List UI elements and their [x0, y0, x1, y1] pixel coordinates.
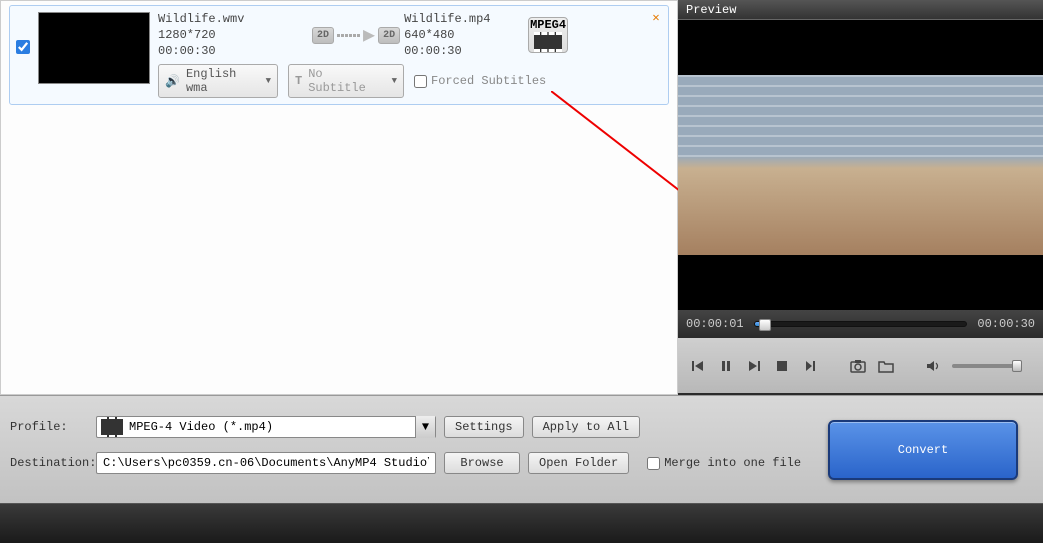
bottom-toolbar: Profile: MPEG-4 Video (*.mp4) ▼ Settings… [0, 395, 1043, 503]
settings-button[interactable]: Settings [444, 416, 524, 438]
convert-button[interactable]: Convert [828, 420, 1018, 480]
player-controls [678, 338, 1043, 393]
audio-track-value: English wma [186, 67, 260, 95]
audio-track-dropdown[interactable]: 🔊 English wma ▼ [158, 64, 278, 98]
browse-button[interactable]: Browse [444, 452, 520, 474]
source-info: Wildlife.wmv 1280*720 00:00:30 [158, 12, 308, 58]
source-resolution: 1280*720 [158, 28, 308, 42]
subtitle-value: No Subtitle [308, 67, 385, 95]
status-strip [0, 503, 1043, 543]
file-checkbox[interactable] [16, 40, 30, 54]
volume-icon[interactable] [924, 356, 944, 376]
merge-label: Merge into one file [664, 456, 801, 470]
dots-icon [337, 34, 360, 37]
seek-slider[interactable] [754, 321, 968, 327]
prev-button[interactable] [688, 356, 708, 376]
preview-panel: Preview 00:00:01 00:00:30 [678, 0, 1043, 395]
forced-subtitles-checkbox[interactable]: Forced Subtitles [414, 74, 546, 88]
volume-slider[interactable] [952, 364, 1022, 368]
step-button[interactable] [800, 356, 820, 376]
destination-label: Destination: [10, 456, 88, 470]
pause-button[interactable] [716, 356, 736, 376]
seek-bar-row: 00:00:01 00:00:30 [678, 310, 1043, 338]
chevron-down-icon: ▼ [415, 416, 435, 438]
film-icon [534, 32, 562, 52]
apply-to-all-button[interactable]: Apply to All [532, 416, 640, 438]
subtitle-icon: T [295, 74, 302, 88]
source-filename: Wildlife.wmv [158, 12, 308, 26]
format-label: MPEG4 [530, 18, 566, 32]
preview-video[interactable] [678, 20, 1043, 310]
target-duration: 00:00:30 [404, 44, 524, 58]
profile-label: Profile: [10, 420, 88, 434]
current-time: 00:00:01 [686, 317, 744, 331]
source-badge: 2D [312, 27, 334, 44]
forced-subtitles-input[interactable] [414, 75, 427, 88]
convert-button-label: Convert [898, 443, 948, 457]
volume-thumb[interactable] [1012, 360, 1022, 372]
next-button[interactable] [744, 356, 764, 376]
total-time: 00:00:30 [977, 317, 1035, 331]
file-item[interactable]: Wildlife.wmv 1280*720 00:00:30 2D ▶ 2D W… [9, 5, 669, 105]
speaker-icon: 🔊 [165, 74, 180, 89]
profile-dropdown[interactable]: MPEG-4 Video (*.mp4) ▼ [96, 416, 436, 438]
target-filename: Wildlife.mp4 [404, 12, 524, 26]
conversion-arrow: 2D ▶ 2D [312, 22, 400, 48]
open-folder-icon-button[interactable] [876, 356, 896, 376]
chevron-down-icon: ▼ [266, 76, 271, 86]
snapshot-button[interactable] [848, 356, 868, 376]
stop-button[interactable] [772, 356, 792, 376]
preview-frame [678, 75, 1043, 255]
source-duration: 00:00:30 [158, 44, 308, 58]
target-info: Wildlife.mp4 640*480 00:00:30 [404, 12, 524, 58]
output-format-button[interactable]: MPEG4 [528, 17, 568, 53]
seek-thumb[interactable] [759, 319, 771, 331]
profile-value: MPEG-4 Video (*.mp4) [129, 420, 413, 434]
file-list-panel: Wildlife.wmv 1280*720 00:00:30 2D ▶ 2D W… [0, 0, 678, 395]
target-badge: 2D [378, 27, 400, 44]
target-resolution: 640*480 [404, 28, 524, 42]
destination-input[interactable] [96, 452, 436, 474]
forced-subtitles-label: Forced Subtitles [431, 74, 546, 88]
preview-header: Preview [678, 0, 1043, 20]
merge-checkbox-input[interactable] [647, 457, 660, 470]
merge-checkbox[interactable]: Merge into one file [647, 456, 801, 470]
chevron-down-icon: ▼ [392, 76, 397, 86]
arrow-right-icon: ▶ [363, 22, 375, 48]
open-folder-button[interactable]: Open Folder [528, 452, 629, 474]
film-icon [101, 417, 123, 437]
file-thumbnail[interactable] [38, 12, 150, 84]
subtitle-dropdown[interactable]: T No Subtitle ▼ [288, 64, 404, 98]
remove-item-button[interactable]: ✕ [648, 10, 664, 26]
